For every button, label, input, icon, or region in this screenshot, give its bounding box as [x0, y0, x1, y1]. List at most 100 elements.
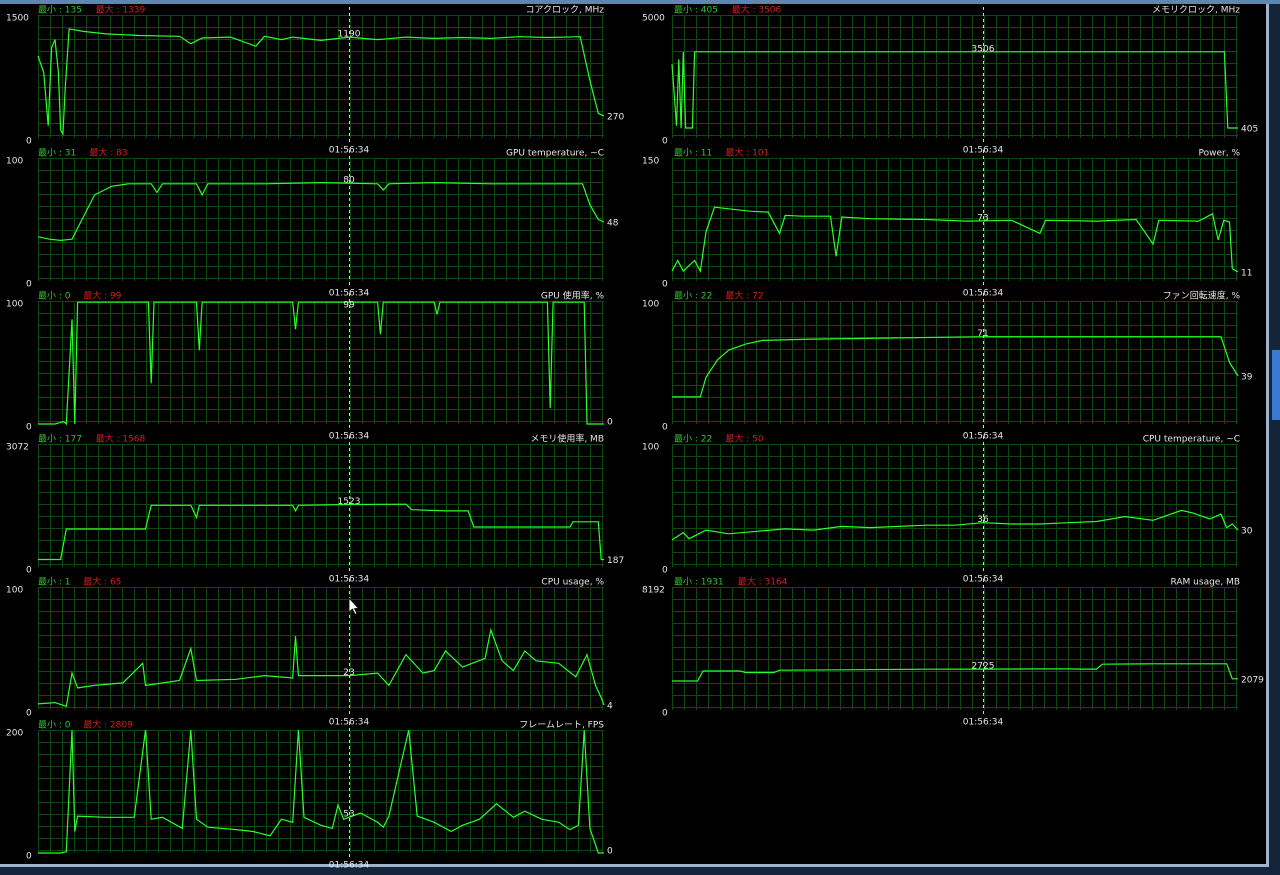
cursor-value-label: 1190: [338, 30, 361, 40]
graph-title: メモリクロック, MHz: [1152, 5, 1240, 16]
y-axis-min-label: 0: [662, 709, 668, 719]
grid: [672, 158, 1238, 281]
cursor-value-label: 1523: [338, 497, 361, 507]
min-value: 最小 : 405: [674, 5, 718, 16]
cursor-value-label: 71: [977, 329, 988, 339]
current-value-label: 11: [1241, 268, 1252, 278]
cursor-value-label: 3506: [972, 44, 995, 54]
y-axis-max-label: 100: [6, 586, 23, 596]
y-axis-min-label: 0: [26, 137, 32, 147]
y-axis-max-label: 8192: [642, 586, 665, 596]
y-axis-max-label: 150: [642, 157, 659, 167]
y-axis-min-label: 0: [26, 280, 32, 290]
min-value: 最小 : 22: [674, 434, 712, 445]
y-axis-max-label: 3072: [6, 443, 29, 453]
y-axis-min-label: 0: [662, 137, 668, 147]
max-value: 最大 : 3506: [732, 4, 782, 16]
graph-title: ファン回転速度, %: [1163, 290, 1241, 302]
grid: [38, 15, 604, 138]
current-value-label: 39: [1241, 373, 1253, 383]
max-value: 最大 : 83: [89, 147, 127, 159]
max-value: 最大 : 65: [83, 576, 121, 588]
graph-panel-ram-usage[interactable]: 最小 : 1931 最大 : 3164 RAM usage, MB 8192 0 01:5…: [642, 576, 1264, 728]
min-value: 最小 : 11: [674, 148, 712, 159]
max-value: 最大 : 1568: [96, 433, 146, 445]
cursor-value-label: 36: [977, 515, 989, 525]
cursor-value-label: 99: [343, 301, 355, 311]
graph-title: コアクロック, MHz: [525, 5, 604, 16]
cursor-value-label: 73: [977, 213, 988, 223]
graph-title: CPU usage, %: [541, 578, 604, 588]
graph-title: CPU temperature, ~C: [1143, 435, 1240, 445]
cursor-value-label: 2725: [972, 662, 995, 672]
y-axis-max-label: 100: [6, 157, 23, 167]
grid: [38, 587, 604, 710]
graph-title: フレームレート, FPS: [519, 720, 604, 731]
graph-title: Power, %: [1199, 149, 1241, 159]
y-axis-min-label: 0: [26, 709, 32, 719]
current-value-label: 270: [607, 112, 624, 122]
grid: [672, 301, 1238, 424]
current-value-label: 0: [607, 847, 613, 857]
min-value: 最小 : 31: [38, 148, 76, 159]
y-axis-min-label: 0: [26, 423, 32, 433]
cursor-value-label: 53: [343, 810, 354, 820]
min-value: 最小 : 1: [38, 577, 70, 588]
graph-panel-power[interactable]: 最小 : 11最大 : 101Power, %150001:56:347311: [642, 147, 1252, 299]
y-axis-max-label: 5000: [642, 14, 665, 24]
max-value: 最大 : 1339: [96, 4, 146, 16]
graph-title: GPU temperature, ~C: [506, 149, 604, 159]
max-value: 最大 : 72: [725, 290, 763, 302]
current-value-label: 187: [607, 556, 624, 566]
graph-title: メモリ使用率, MB: [530, 433, 604, 445]
y-axis-max-label: 100: [642, 300, 659, 310]
max-value: 最大 : 3164: [738, 576, 788, 588]
cursor-value-label: 23: [343, 668, 354, 678]
y-axis-min-label: 0: [662, 280, 668, 290]
graph-panel-fan-speed[interactable]: 最小 : 22最大 : 72ファン回転速度, %100001:56:347139: [642, 290, 1253, 442]
current-value-label: 48: [607, 218, 619, 228]
grid: [38, 730, 604, 853]
min-value: 最小 : 135: [38, 5, 82, 16]
max-value: 最大 : 99: [83, 290, 121, 302]
current-value-label: 2079: [1241, 675, 1264, 685]
max-value: 最大 : 101: [725, 147, 769, 159]
cursor-time-label: 01:56:34: [963, 718, 1004, 728]
graph-panel-framerate[interactable]: 最小 : 0 最大 : 2809 フレームレート, FPS 200 0 01:56:34 5…: [6, 719, 613, 871]
y-axis-min-label: 0: [26, 566, 32, 576]
grid: [672, 587, 1238, 710]
cursor-time-label: 01:56:34: [329, 861, 370, 871]
monitor-graphs: 最小 : 135最大 : 1339コアクロック, MHz1500001:56:3…: [6, 4, 1264, 871]
min-value: 最小 : 0: [38, 720, 71, 731]
y-axis-max-label: 100: [642, 443, 659, 453]
min-value: 最小 : 1931: [674, 577, 724, 588]
grid: [38, 158, 604, 281]
min-value: 最小 : 177: [38, 434, 82, 445]
graph-panel-memory-usage[interactable]: 最小 : 177最大 : 1568メモリ使用率, MB3072001:56:34…: [6, 433, 624, 585]
current-value-label: 0: [607, 418, 613, 428]
grid: [672, 444, 1238, 567]
graph-panel-memory-clock[interactable]: 最小 : 405最大 : 3506メモリクロック, MHz5000001:56:…: [642, 4, 1258, 156]
current-value-label: 4: [607, 702, 613, 712]
max-value: 最大 : 2809: [83, 719, 133, 731]
y-axis-max-label: 1500: [6, 14, 29, 24]
grid: [38, 301, 604, 424]
graph-panel-cpu-usage[interactable]: 最小 : 1最大 : 65CPU usage, %100001:56:34234: [6, 576, 613, 728]
graph-panel-gpu-temperature[interactable]: 最小 : 31最大 : 83GPU temperature, ~C100001:…: [6, 147, 619, 299]
y-axis-max-label: 100: [6, 300, 23, 310]
y-axis-max-label: 200: [6, 729, 23, 739]
graph-title: RAM usage, MB: [1171, 578, 1241, 588]
y-axis-min-label: 0: [662, 566, 668, 576]
current-value-label: 405: [1241, 125, 1258, 135]
graph-panel-cpu-temperature[interactable]: 最小 : 22最大 : 50CPU temperature, ~C100001:…: [642, 433, 1253, 585]
graph-title: GPU 使用率, %: [541, 290, 605, 302]
grid: [672, 15, 1238, 138]
current-value-label: 30: [1241, 527, 1253, 537]
min-value: 最小 : 22: [674, 291, 712, 302]
graph-panel-gpu-usage[interactable]: 最小 : 0最大 : 99GPU 使用率, %100001:56:34990: [6, 290, 613, 442]
graph-panel-core-clock[interactable]: 最小 : 135最大 : 1339コアクロック, MHz1500001:56:3…: [6, 4, 624, 156]
cursor-value-label: 80: [343, 176, 355, 186]
min-value: 最小 : 0: [38, 291, 71, 302]
max-value: 最大 : 50: [725, 433, 763, 445]
y-axis-min-label: 0: [662, 423, 668, 433]
